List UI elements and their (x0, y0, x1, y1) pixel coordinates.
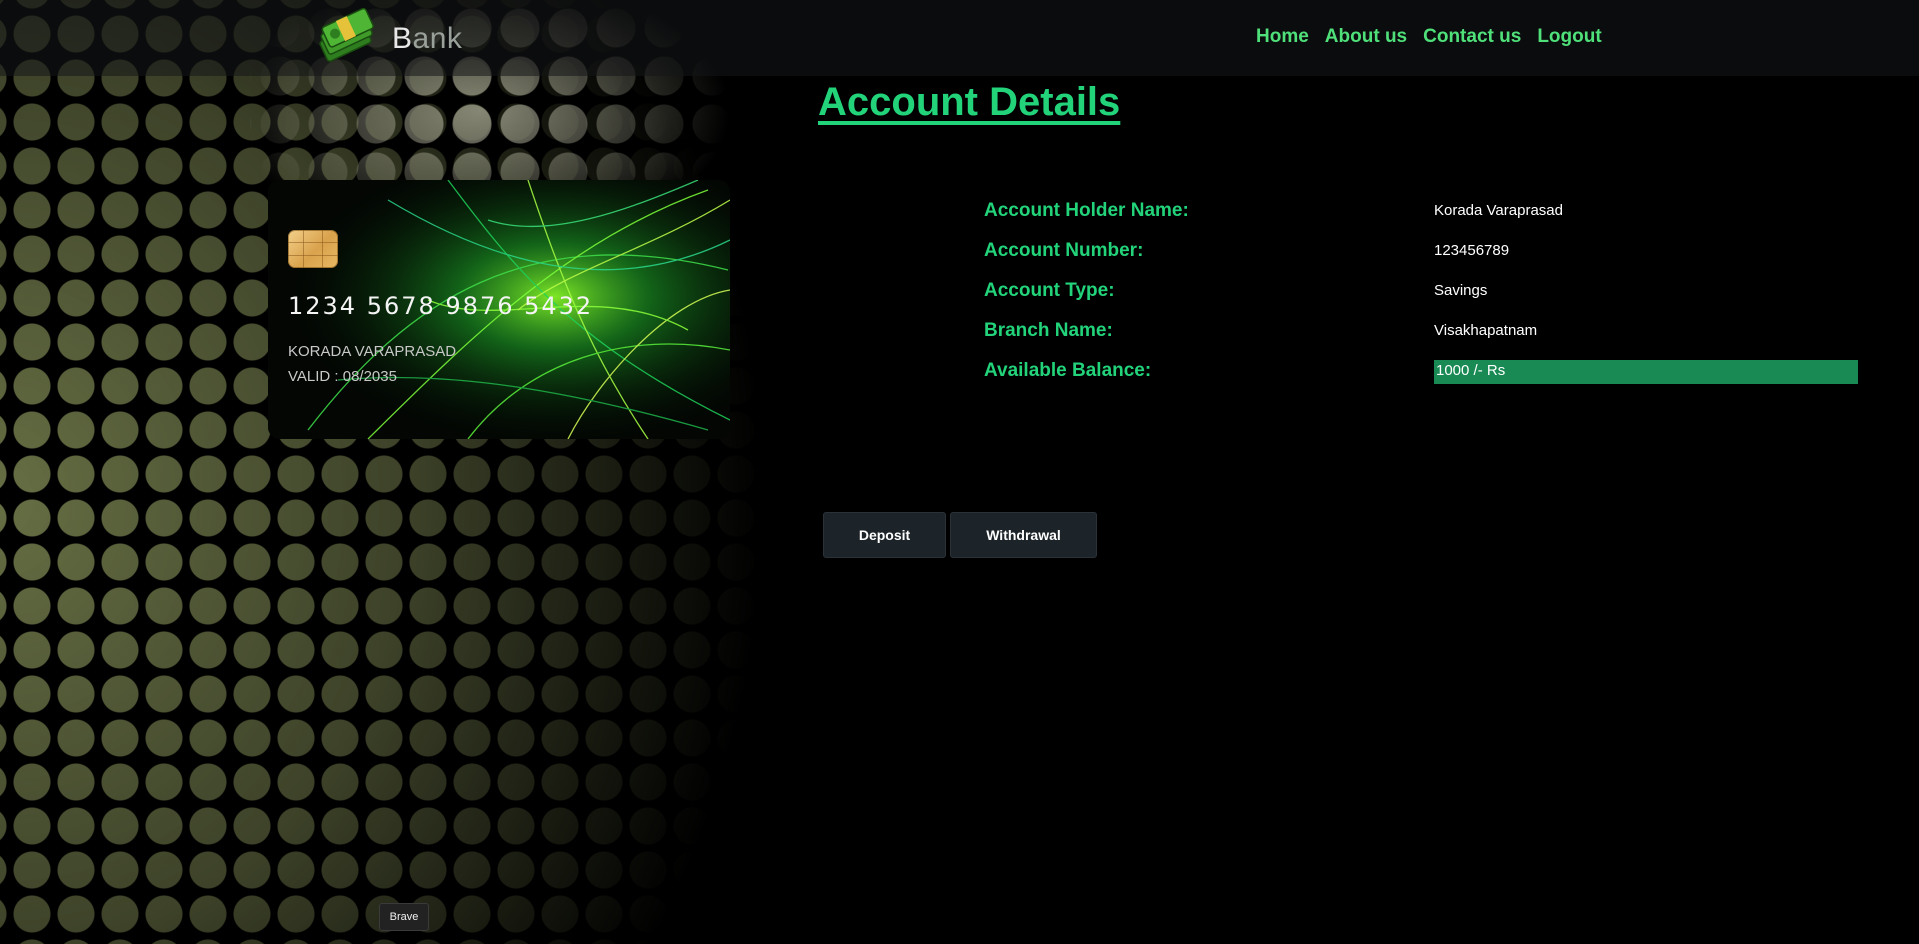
money-stack-icon (314, 7, 380, 68)
detail-label: Branch Name: (984, 320, 1113, 341)
card-number: 1234 5678 9876 5432 (288, 292, 594, 320)
detail-value: 123456789 (1434, 242, 1510, 259)
detail-value: Savings (1434, 282, 1488, 299)
card-valid-date: VALID : 08/2035 (288, 368, 397, 385)
nav-home-link[interactable]: Home (1256, 26, 1309, 48)
brand-initial: B (392, 22, 413, 55)
detail-label: Available Balance: (984, 360, 1152, 381)
nav-about-link[interactable]: About us (1325, 26, 1407, 48)
detail-label: Account Holder Name: (984, 200, 1189, 221)
withdrawal-button[interactable]: Withdrawal (950, 512, 1097, 558)
detail-row-branch-name: Branch Name: Visakhapatnam (984, 320, 1860, 346)
chip-icon (288, 230, 338, 268)
page: Bank Home About us Contact us Logout Acc… (0, 0, 1919, 944)
deposit-button[interactable]: Deposit (823, 512, 946, 558)
bank-card: 1234 5678 9876 5432 KORADA VARAPRASAD VA… (268, 180, 730, 439)
brand-rest: ank (412, 22, 463, 55)
detail-row-account-number: Account Number: 123456789 (984, 240, 1860, 266)
detail-value: Korada Varaprasad (1434, 202, 1563, 219)
nav-contact-link[interactable]: Contact us (1423, 26, 1521, 48)
detail-row-account-type: Account Type: Savings (984, 280, 1860, 306)
card-holder-name: KORADA VARAPRASAD (288, 343, 457, 360)
detail-label: Account Number: (984, 240, 1144, 261)
nav-logout-link[interactable]: Logout (1537, 26, 1601, 48)
page-title: Account Details (818, 80, 1121, 124)
detail-row-holder-name: Account Holder Name: Korada Varaprasad (984, 200, 1860, 226)
detail-value: Visakhapatnam (1434, 322, 1538, 339)
brave-badge: Brave (379, 903, 429, 931)
main-nav: Home About us Contact us Logout (1256, 26, 1602, 48)
balance-value: 1000 /- Rs (1434, 360, 1858, 384)
detail-label: Account Type: (984, 280, 1115, 301)
brand-name[interactable]: Bank (392, 22, 462, 56)
detail-row-available-balance: Available Balance: 1000 /- Rs (984, 360, 1860, 386)
header: Bank Home About us Contact us Logout (0, 0, 1919, 76)
